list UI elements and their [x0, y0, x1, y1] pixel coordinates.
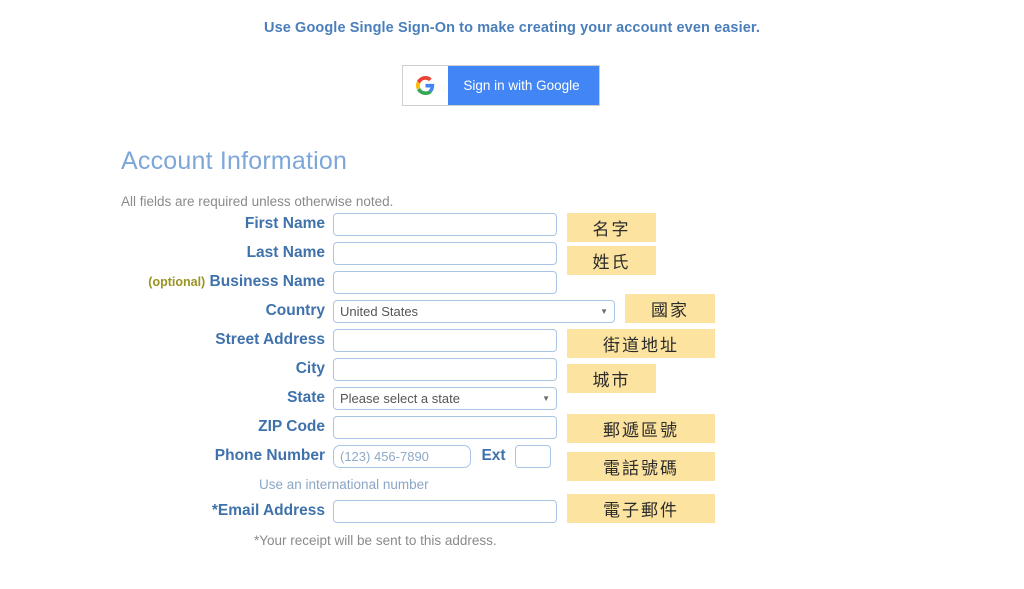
annotation-street-address: 街道地址 [567, 329, 715, 358]
label-phone-number: Phone Number [215, 447, 325, 465]
form-row-phone-number: Phone Number Ext [0, 445, 1024, 474]
business-name-input[interactable] [333, 271, 557, 294]
label-zip-code-text: ZIP Code [258, 418, 325, 435]
label-business-name-optional: (optional) [148, 275, 206, 289]
sso-headline: Use Google Single Sign-On to make creati… [264, 20, 760, 36]
field-state: Please select a state ▼ [333, 387, 557, 410]
label-first-name: First Name [245, 215, 325, 233]
form-row-city: City [0, 358, 1024, 387]
label-business-name-text: Business Name [209, 273, 325, 290]
ext-label: Ext [481, 446, 506, 464]
field-first-name [333, 213, 557, 236]
field-zip-code [333, 416, 557, 439]
phone-number-input[interactable] [333, 445, 471, 468]
form-row-state: State Please select a state ▼ [0, 387, 1024, 416]
email-address-input[interactable] [333, 500, 557, 523]
form-row-email-helper: *Your receipt will be sent to this addre… [0, 529, 1024, 553]
form-row-business-name: (optional) Business Name [0, 271, 1024, 300]
label-email-address-text: *Email Address [211, 502, 325, 519]
state-select[interactable]: Please select a state [333, 387, 557, 410]
sign-in-with-google-button[interactable]: Sign in with Google [402, 65, 600, 106]
phone-helper-text: Use an international number [259, 477, 429, 492]
email-helper-text: *Your receipt will be sent to this addre… [254, 533, 497, 548]
city-input[interactable] [333, 358, 557, 381]
field-business-name [333, 271, 557, 294]
label-street-address-text: Street Address [215, 331, 325, 348]
phone-extension-input[interactable] [515, 445, 552, 468]
country-select[interactable]: United States [333, 300, 615, 323]
form-row-zip-code: ZIP Code [0, 416, 1024, 445]
form-row-last-name: Last Name [0, 242, 1024, 271]
field-street-address [333, 329, 557, 352]
google-g-icon [403, 66, 448, 105]
label-business-name: (optional) Business Name [148, 273, 325, 291]
label-state: State [287, 389, 325, 407]
field-phone-number: Ext [333, 445, 552, 468]
form-row-country: Country United States ▼ [0, 300, 1024, 329]
field-country: United States ▼ [333, 300, 615, 323]
sign-in-with-google-label: Sign in with Google [463, 78, 580, 93]
field-last-name [333, 242, 557, 265]
label-first-name-text: First Name [244, 215, 325, 232]
state-select-wrap: Please select a state ▼ [333, 387, 557, 410]
label-last-name-text: Last Name [246, 244, 325, 261]
label-country-text: Country [265, 302, 325, 319]
country-select-wrap: United States ▼ [333, 300, 615, 323]
label-city: City [296, 360, 325, 378]
annotation-phone-number: 電話號碼 [567, 452, 715, 481]
label-street-address: Street Address [215, 331, 325, 349]
street-address-input[interactable] [333, 329, 557, 352]
zip-code-input[interactable] [333, 416, 557, 439]
form-row-phone-helper: Use an international number [0, 474, 1024, 500]
annotation-last-name: 姓氏 [567, 246, 656, 275]
field-city [333, 358, 557, 381]
annotation-email-address: 電子郵件 [567, 494, 715, 523]
label-email-address: *Email Address [212, 502, 325, 520]
form-row-street-address: Street Address [0, 329, 1024, 358]
form-row-first-name: First Name [0, 213, 1024, 242]
annotation-zip-code: 郵遞區號 [567, 414, 715, 443]
label-last-name: Last Name [247, 244, 325, 262]
label-zip-code: ZIP Code [258, 418, 325, 436]
first-name-input[interactable] [333, 213, 557, 236]
page-title: Account Information [121, 147, 348, 175]
label-city-text: City [295, 360, 325, 377]
account-information-form: First Name Last Name (optional) Business… [0, 213, 1024, 553]
required-fields-note: All fields are required unless otherwise… [121, 194, 394, 209]
annotation-country: 國家 [625, 294, 715, 323]
label-phone-number-text: Phone Number [214, 447, 325, 464]
label-country: Country [266, 302, 325, 320]
label-state-text: State [287, 389, 325, 406]
annotation-first-name: 名字 [567, 213, 656, 242]
annotation-city: 城市 [567, 364, 656, 393]
form-row-email-address: *Email Address [0, 500, 1024, 529]
last-name-input[interactable] [333, 242, 557, 265]
field-email-address [333, 500, 557, 523]
